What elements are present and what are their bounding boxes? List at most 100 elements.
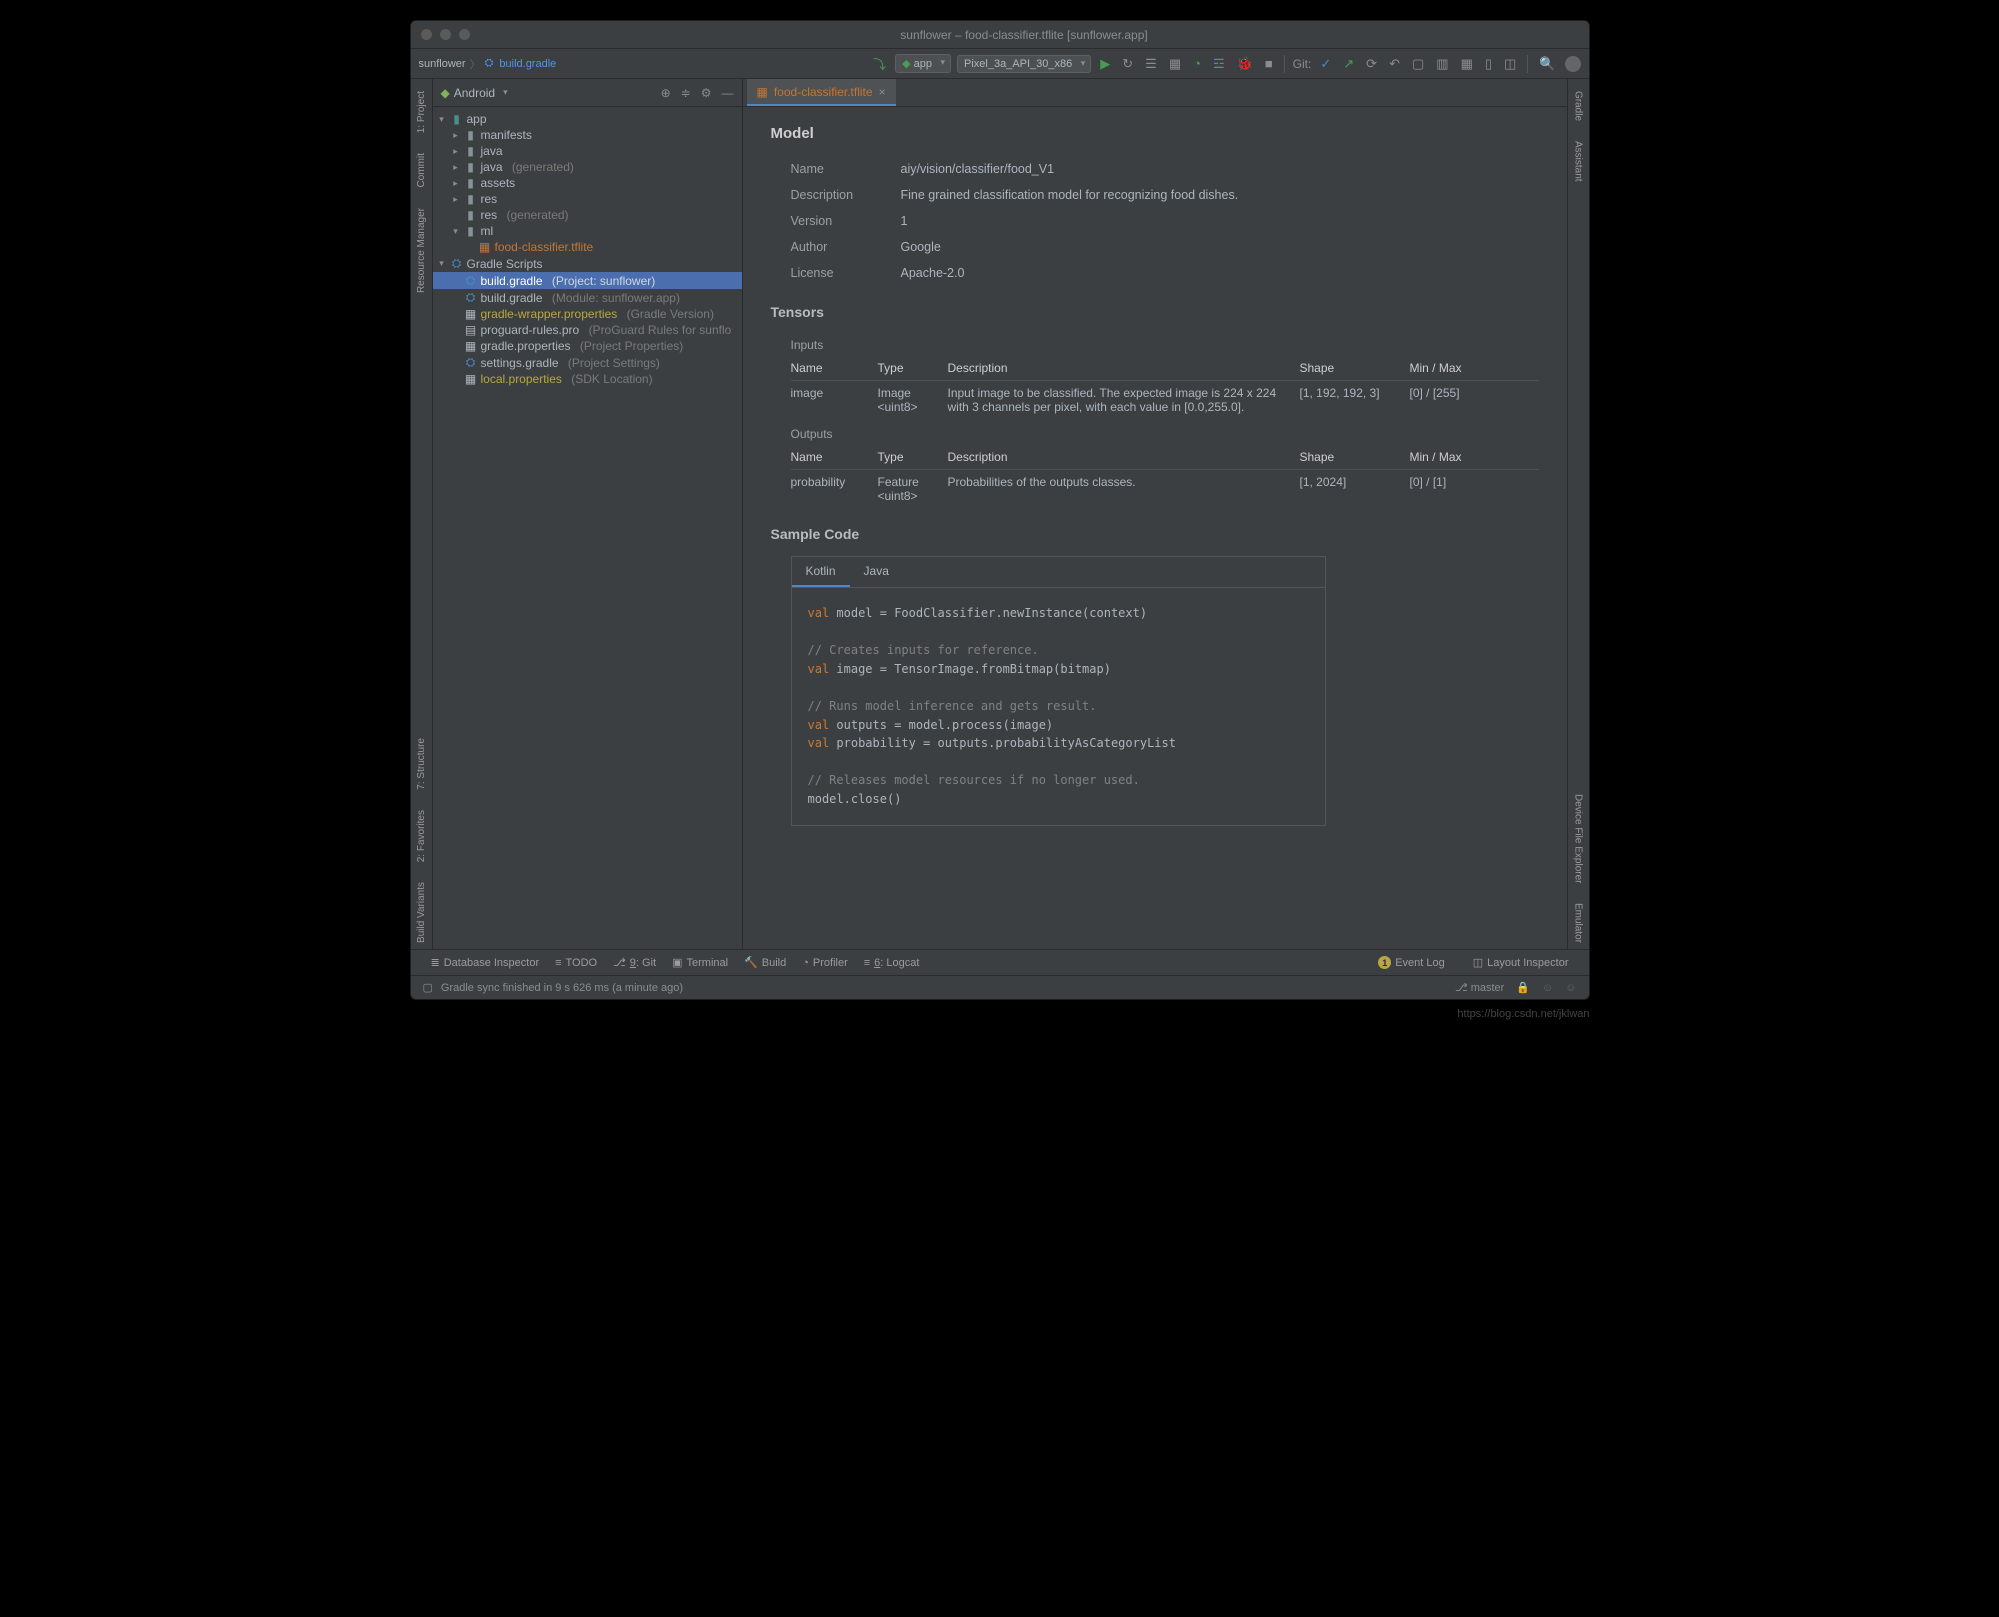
locate-icon[interactable]: ⊕ (661, 86, 671, 100)
resource-icon[interactable]: ▦ (1458, 54, 1476, 74)
tool-layout-inspector[interactable]: ◫Layout Inspector (1465, 956, 1577, 969)
table-row: probability Feature <uint8> Probabilitie… (791, 470, 1539, 508)
inspector-icon[interactable]: ◫ (1501, 54, 1519, 74)
collapse-icon[interactable]: ≑ (681, 86, 691, 100)
tool-git[interactable]: ⎇9: Git (605, 956, 664, 969)
inputs-label: Inputs (771, 330, 1539, 356)
tool-build-variants[interactable]: Build Variants (414, 876, 429, 949)
model-content: Model Nameaiy/vision/classifier/food_V1 … (743, 107, 1567, 844)
tab-java[interactable]: Java (850, 557, 903, 587)
lock-icon[interactable]: 🔒 (1516, 981, 1530, 994)
smiley-icon[interactable]: ☺ (1565, 982, 1576, 994)
props-icon: ▦ (464, 307, 478, 321)
tool-logcat[interactable]: ≡6: Logcat (856, 957, 928, 969)
tree-gradle-scripts[interactable]: ▾⛭Gradle Scripts (433, 255, 742, 272)
tree-app[interactable]: ▾▮app (433, 111, 742, 127)
db-icon: ≣ (431, 956, 440, 969)
device-combo-label: Pixel_3a_API_30_x86 (964, 58, 1072, 70)
watermark: https://blog.csdn.net/jklwan (410, 1008, 1590, 1020)
run-icon[interactable]: ▶ (1097, 54, 1113, 74)
separator (1527, 55, 1528, 73)
window-title: sunflower – food-classifier.tflite [sunf… (470, 28, 1579, 42)
tree-build-gradle-module[interactable]: ⛭build.gradle (Module: sunflower.app) (433, 289, 742, 306)
tree-java-gen[interactable]: ▸▮java (generated) (433, 159, 742, 175)
tab-kotlin[interactable]: Kotlin (792, 557, 850, 587)
tool-profiler[interactable]: ◔Profiler (794, 957, 856, 969)
avatar[interactable] (1565, 56, 1581, 72)
sample-code-box: Kotlin Java val model = FoodClassifier.n… (791, 556, 1326, 826)
tool-device-file-explorer[interactable]: Device File Explorer (1571, 788, 1586, 889)
tool-build[interactable]: 🔨Build (736, 956, 794, 969)
search-icon[interactable]: 🔍 (1536, 54, 1558, 74)
tree-tflite[interactable]: ▦food-classifier.tflite (433, 239, 742, 255)
separator (1284, 55, 1285, 73)
tool-commit[interactable]: Commit (414, 147, 429, 193)
breadcrumb[interactable]: sunflower 〉 ⛭ build.gradle (419, 56, 557, 72)
device-combo[interactable]: Pixel_3a_API_30_x86 (957, 55, 1091, 73)
bug-icon[interactable]: 🐞 (1234, 54, 1256, 74)
tree-res[interactable]: ▸▮res (433, 191, 742, 207)
tree-proguard[interactable]: ▤proguard-rules.pro (ProGuard Rules for … (433, 322, 742, 338)
tool-project[interactable]: 1: Project (414, 85, 429, 139)
revert-icon[interactable]: ↶ (1386, 54, 1403, 74)
tool-event-log[interactable]: 1Event Log (1370, 956, 1453, 969)
debug-icon[interactable]: ☰ (1142, 54, 1160, 74)
breadcrumb-file[interactable]: build.gradle (499, 58, 556, 70)
tree-assets[interactable]: ▸▮assets (433, 175, 742, 191)
sync-icon[interactable]: ⤵ (870, 52, 889, 75)
tree-res-gen[interactable]: ▮res (generated) (433, 207, 742, 223)
tree-manifests[interactable]: ▸▮manifests (433, 127, 742, 143)
editor-tab-active[interactable]: ▦ food-classifier.tflite × (747, 79, 896, 106)
tree-wrapper-properties[interactable]: ▦gradle-wrapper.properties (Gradle Versi… (433, 306, 742, 322)
tool-emulator[interactable]: Emulator (1571, 897, 1586, 949)
module-combo[interactable]: ◆ app (895, 54, 951, 73)
tool-terminal[interactable]: ▣Terminal (664, 956, 736, 969)
traffic-lights[interactable] (421, 29, 470, 40)
tool-database-inspector[interactable]: ≣Database Inspector (423, 956, 548, 969)
apply-changes-icon[interactable]: ↻ (1119, 54, 1136, 74)
tree-java[interactable]: ▸▮java (433, 143, 742, 159)
profile-icon[interactable]: ◔ (1190, 54, 1204, 73)
right-tool-gutter: Gradle Assistant Device File Explorer Em… (1567, 79, 1589, 949)
status-bar: ▢ Gradle sync finished in 9 s 626 ms (a … (411, 975, 1589, 999)
project-view-combo[interactable]: ◆ Android ▾ (441, 86, 508, 100)
breadcrumb-module[interactable]: sunflower (419, 58, 466, 70)
push-icon[interactable]: ↗ (1340, 54, 1357, 74)
tree-ml[interactable]: ▾▮ml (433, 223, 742, 239)
tool-todo[interactable]: ≡TODO (547, 957, 605, 969)
tree-settings-gradle[interactable]: ⛭settings.gradle (Project Settings) (433, 354, 742, 371)
git-label: Git: (1293, 57, 1312, 71)
tool-structure[interactable]: 7: Structure (414, 732, 429, 796)
tool-assistant[interactable]: Assistant (1571, 135, 1586, 188)
minimize-icon[interactable] (440, 29, 451, 40)
status-message: Gradle sync finished in 9 s 626 ms (a mi… (441, 982, 683, 994)
android-icon: ◆ (441, 86, 450, 100)
tool-favorites[interactable]: 2: Favorites (414, 804, 429, 868)
sdk-icon[interactable]: ▥ (1433, 54, 1451, 74)
status-icon[interactable]: ▢ (423, 981, 433, 994)
gradle-icon: ⛭ (485, 57, 494, 70)
tree-local-properties[interactable]: ▦local.properties (SDK Location) (433, 371, 742, 387)
device-icon[interactable]: ▯ (1482, 54, 1495, 74)
smiley-icon[interactable]: ☺ (1542, 982, 1553, 994)
coverage-icon[interactable]: ▦ (1166, 54, 1184, 74)
stop-icon[interactable]: ■ (1262, 54, 1276, 73)
hide-icon[interactable]: — (722, 86, 734, 100)
history-icon[interactable]: ⟳ (1363, 54, 1380, 74)
commit-icon[interactable]: ✓ (1317, 54, 1334, 74)
attach-icon[interactable]: ☲ (1210, 54, 1228, 74)
gear-icon[interactable]: ⚙ (701, 86, 712, 100)
avd-icon[interactable]: ▢ (1409, 54, 1427, 74)
tree-build-gradle-project[interactable]: ⛭build.gradle (Project: sunflower) (433, 272, 742, 289)
model-row-license: LicenseApache-2.0 (771, 260, 1539, 286)
tool-gradle[interactable]: Gradle (1571, 85, 1586, 127)
code-body[interactable]: val model = FoodClassifier.newInstance(c… (792, 588, 1325, 825)
git-branch[interactable]: ⎇ master (1455, 981, 1504, 994)
terminal-icon: ▣ (672, 956, 682, 969)
maximize-icon[interactable] (459, 29, 470, 40)
close-icon[interactable] (421, 29, 432, 40)
tree-gradle-properties[interactable]: ▦gradle.properties (Project Properties) (433, 338, 742, 354)
close-icon[interactable]: × (879, 85, 886, 99)
tool-resource-manager[interactable]: Resource Manager (414, 202, 429, 299)
editor-tab-label: food-classifier.tflite (774, 85, 873, 99)
